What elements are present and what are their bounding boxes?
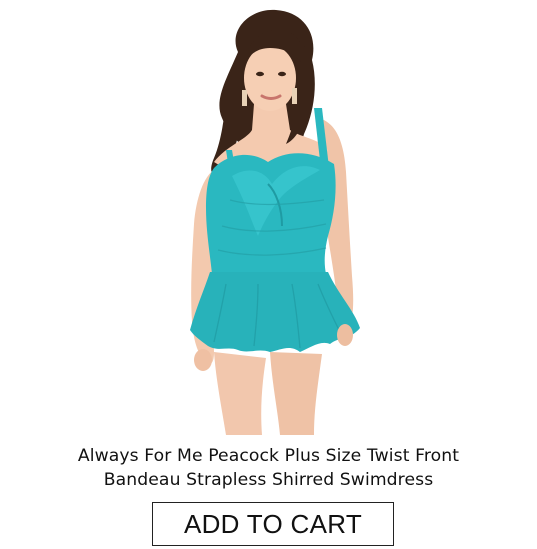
add-to-cart-button[interactable]: ADD TO CART [152,502,394,546]
product-title-line2: Bandeau Strapless Shirred Swimdress [103,470,434,490]
product-title[interactable]: Always For Me Peacock Plus Size Twist Fr… [0,444,537,492]
swimdress-model-illustration [0,0,537,435]
product-title-line1: Always For Me Peacock Plus Size Twist Fr… [77,446,460,466]
product-image[interactable] [0,0,537,435]
product-card: Always For Me Peacock Plus Size Twist Fr… [0,0,537,549]
